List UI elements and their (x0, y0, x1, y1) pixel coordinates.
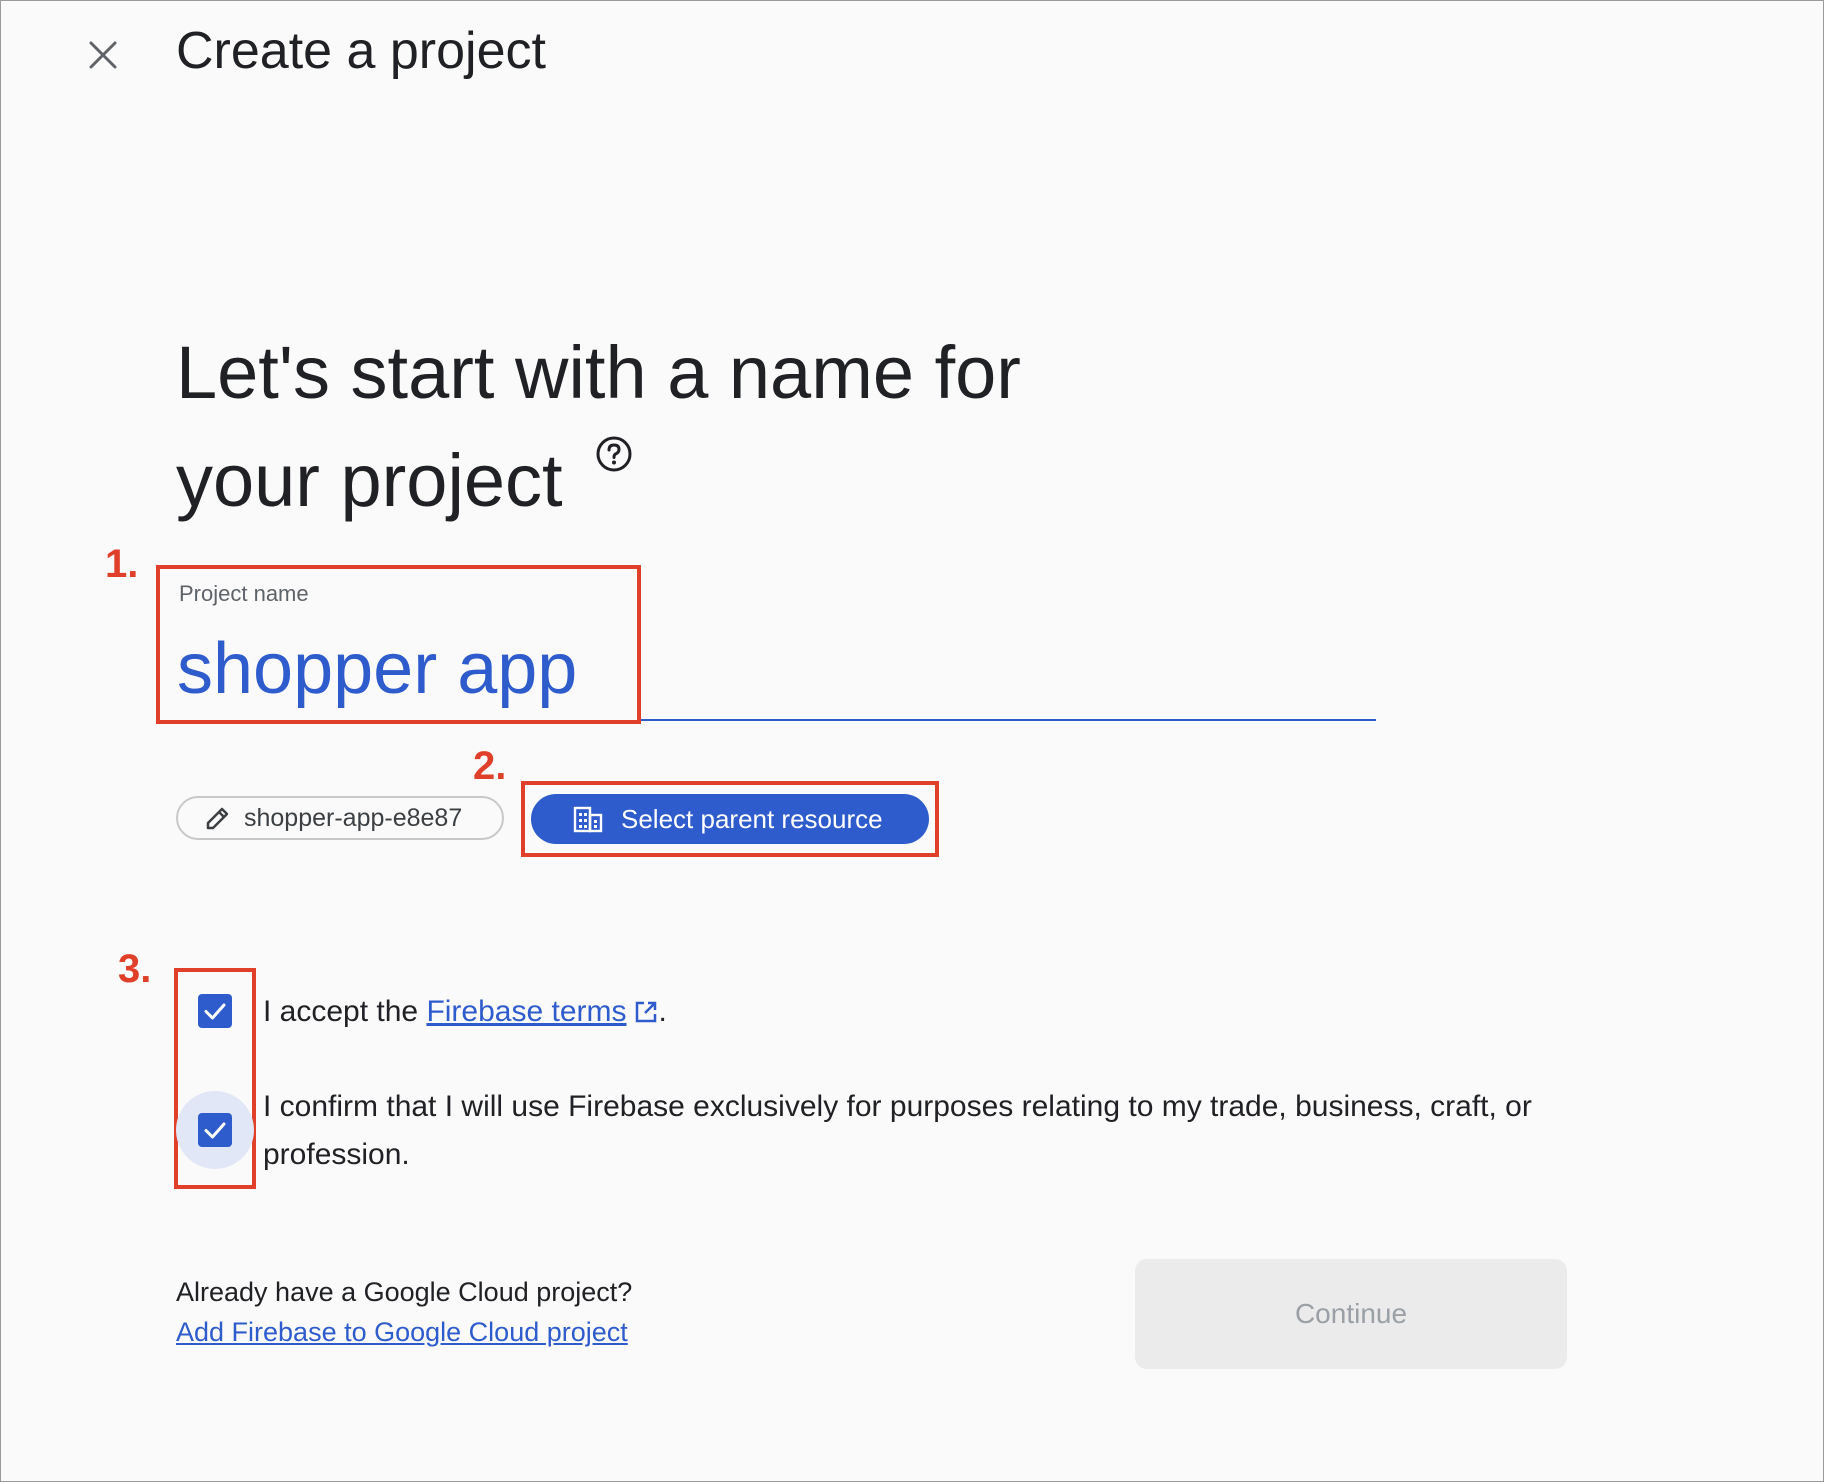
select-parent-resource-button[interactable]: Select parent resource (531, 794, 929, 844)
page-heading: Let's start with a name for your project (176, 319, 1156, 535)
business-use-checkbox[interactable] (176, 1091, 254, 1169)
annotation-number-3: 3. (118, 947, 152, 991)
continue-button[interactable]: Continue (1135, 1259, 1567, 1369)
close-icon (89, 41, 117, 69)
business-use-checkbox-label: I confirm that I will use Firebase exclu… (263, 1090, 1532, 1171)
terms-checkbox-box (198, 994, 232, 1028)
annotation-number-1: 1. (105, 542, 139, 586)
add-firebase-to-gcp-link[interactable]: Add Firebase to Google Cloud project (176, 1317, 628, 1348)
terms-checkbox-label: I accept the Firebase terms. (263, 988, 667, 1040)
annotation-number-2: 2. (473, 744, 507, 788)
heading-line-1: Let's start with a name for (176, 331, 1021, 414)
terms-text-before: I accept the (263, 995, 427, 1028)
project-name-label: Project name (179, 581, 309, 606)
check-icon (204, 1122, 226, 1139)
project-name-input[interactable] (177, 619, 1367, 719)
gcp-question-text: Already have a Google Cloud project? (176, 1277, 633, 1307)
external-link-icon[interactable] (633, 992, 659, 1040)
create-project-dialog: Create a project Let's start with a name… (0, 0, 1824, 1482)
business-use-checkbox-box (198, 1113, 232, 1147)
pencil-icon (206, 807, 229, 830)
firebase-terms-link[interactable]: Firebase terms (426, 995, 626, 1028)
terms-checkbox[interactable] (176, 972, 254, 1050)
close-button[interactable] (79, 31, 127, 79)
heading-line-2: your project (176, 439, 563, 522)
dialog-title: Create a project (176, 22, 546, 80)
project-name-underline (641, 719, 1376, 721)
help-circle-icon[interactable] (595, 435, 633, 473)
project-id-text: shopper-app-e8e87 (244, 803, 463, 832)
terms-text-after: . (658, 995, 667, 1028)
select-parent-resource-label: Select parent resource (621, 803, 883, 834)
project-id-chip[interactable]: shopper-app-e8e87 (176, 796, 504, 840)
check-icon (204, 1003, 226, 1020)
building-icon (573, 806, 603, 833)
